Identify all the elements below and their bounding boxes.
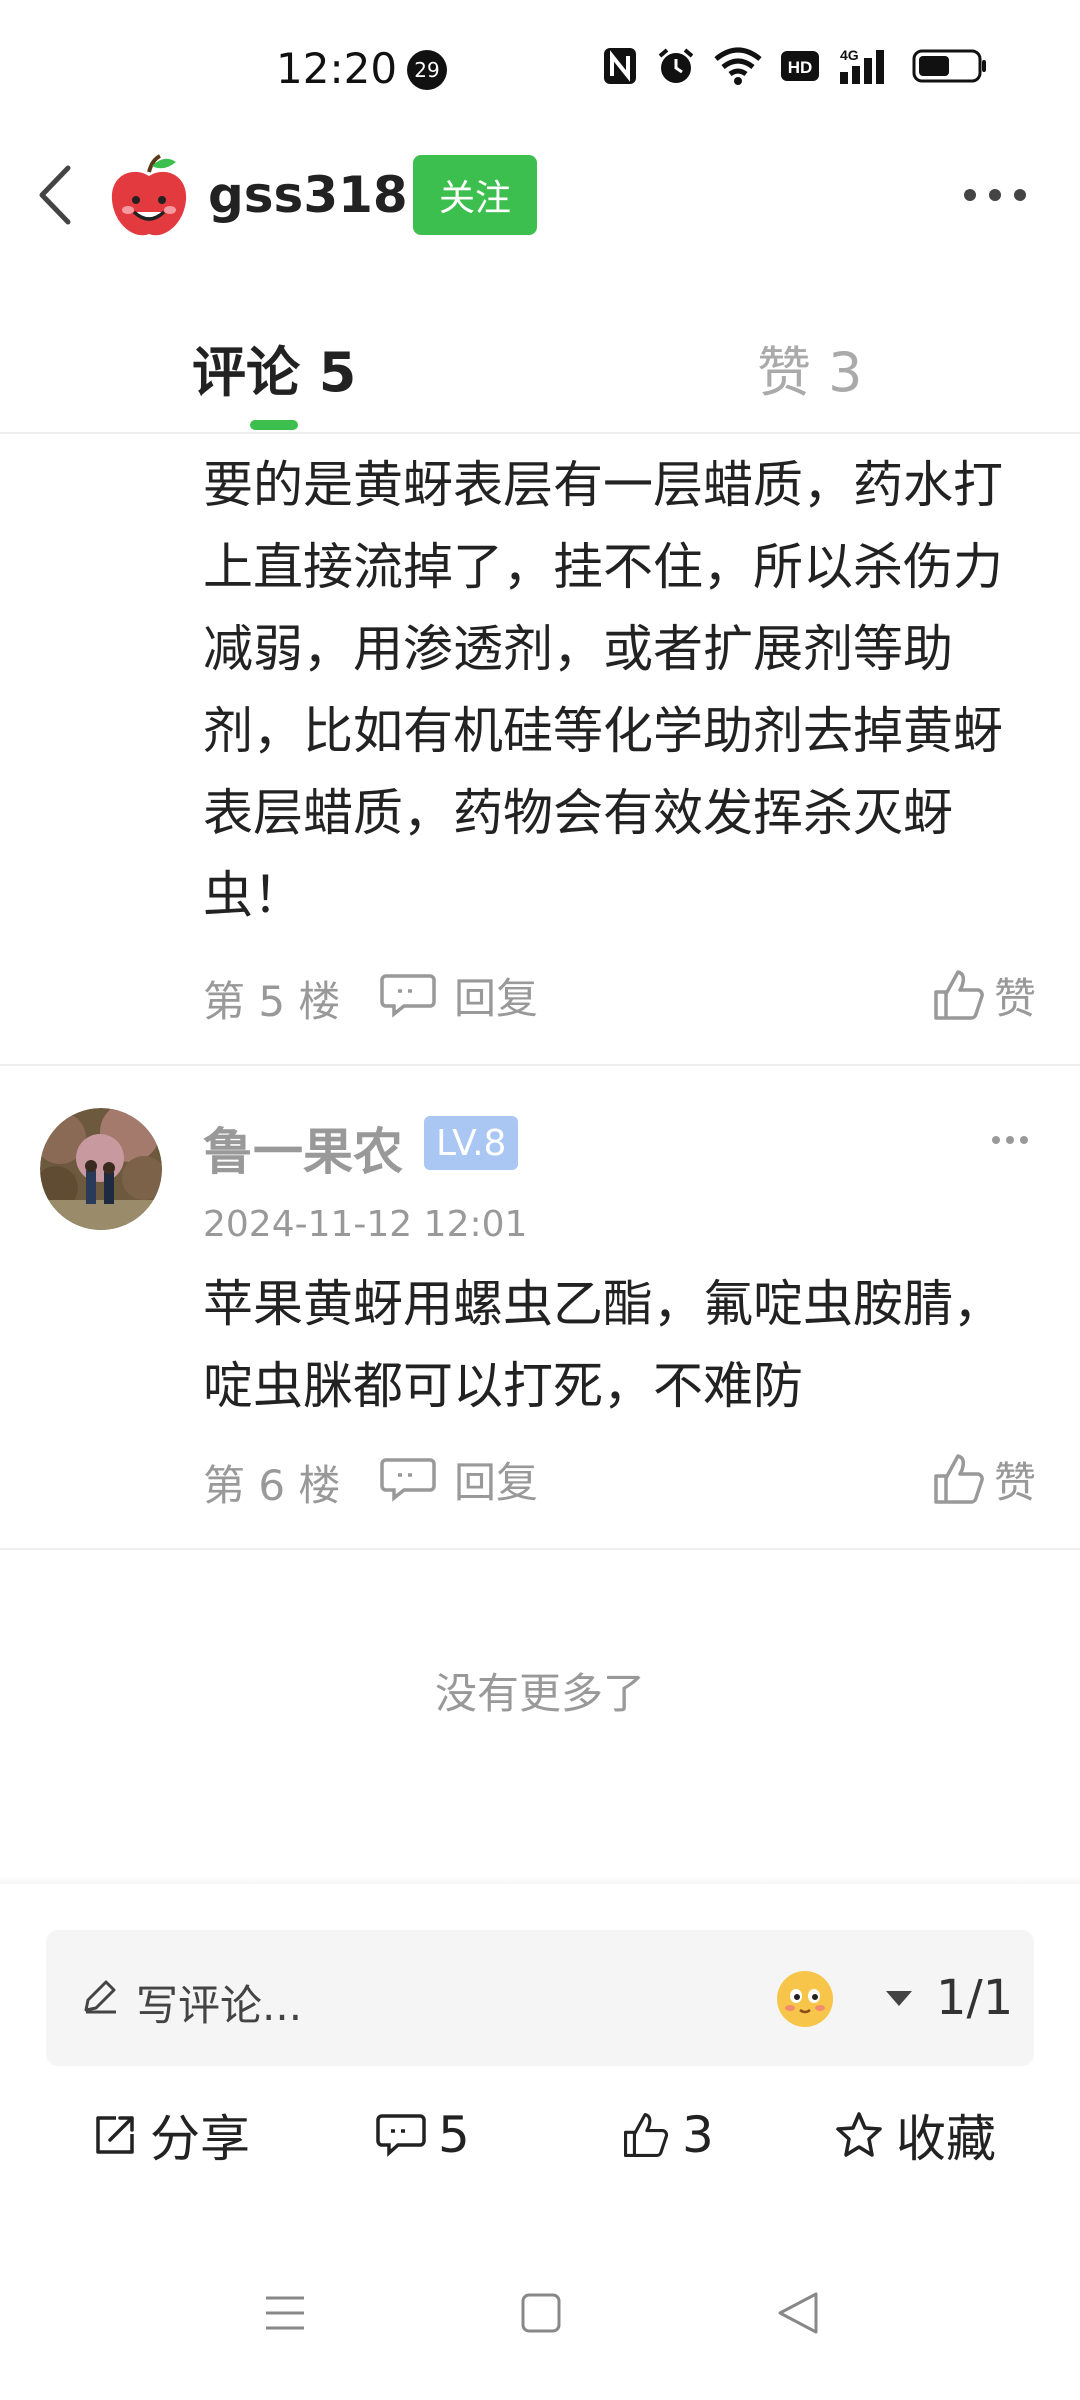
- like-label: 赞: [993, 1457, 1036, 1507]
- comment-input-placeholder: 写评论...: [136, 1981, 303, 2030]
- commenter-avatar[interactable]: [40, 1108, 162, 1230]
- like-button[interactable]: 赞: [932, 960, 1036, 1030]
- page: 12:20 29 HD 4G gss318 关注 评论 5 赞 3 要的是黄蚜表…: [0, 0, 1080, 2400]
- hd-icon: HD: [781, 51, 819, 81]
- star-icon: [836, 2112, 882, 2157]
- more-icon[interactable]: [960, 180, 1030, 210]
- like-all-button[interactable]: 3: [622, 2100, 714, 2170]
- username[interactable]: gss318: [208, 166, 408, 224]
- like-count: 3: [682, 2106, 714, 2164]
- thumbs-up-icon: [624, 2113, 669, 2157]
- level-badge: LV.8: [424, 1116, 519, 1170]
- comment-more-icon[interactable]: [990, 1130, 1030, 1150]
- thumbs-up-icon: [934, 970, 984, 1020]
- page-selector[interactable]: 1/1: [884, 1970, 1013, 2026]
- reply-label: 回复: [454, 973, 539, 1023]
- tab-likes[interactable]: 赞 3: [757, 328, 863, 407]
- divider: [0, 1548, 1080, 1550]
- divider: [0, 1064, 1080, 1066]
- tab-bar: 评论 5 赞 3: [0, 300, 1080, 434]
- back-icon[interactable]: [26, 160, 86, 230]
- favorite-label: 收藏: [896, 2110, 996, 2168]
- reply-button[interactable]: 回复: [380, 960, 538, 1030]
- svg-text:4G: 4G: [840, 47, 859, 63]
- floor-number: 第 5 楼: [203, 977, 341, 1026]
- system-nav-bar: [0, 2280, 1080, 2360]
- alarm-icon: [658, 48, 694, 83]
- follow-button[interactable]: 关注: [413, 155, 537, 235]
- like-label: 赞: [993, 973, 1036, 1023]
- menu-icon[interactable]: [262, 2290, 308, 2336]
- comment-count: 5: [438, 2106, 470, 2164]
- thumbs-up-icon: [934, 1454, 984, 1504]
- comment-icon: [376, 2114, 426, 2157]
- caret-down-icon: [886, 1991, 912, 2006]
- signal-4g-icon: 4G: [840, 47, 884, 84]
- favorite-button[interactable]: 收藏: [834, 2100, 996, 2170]
- back-nav-icon[interactable]: [776, 2290, 820, 2336]
- share-button[interactable]: 分享: [92, 2100, 250, 2170]
- status-time: 12:20: [276, 44, 398, 93]
- svg-text:HD: HD: [788, 58, 813, 77]
- no-more-text: 没有更多了: [434, 1669, 645, 1718]
- tab-comments[interactable]: 评论 5: [192, 328, 356, 407]
- nfc-icon: [604, 48, 636, 84]
- wifi-icon: [714, 47, 762, 85]
- share-icon: [96, 2116, 134, 2154]
- notification-badge: 29: [407, 50, 447, 90]
- emoji-icon[interactable]: [774, 1968, 836, 2030]
- header: gss318 关注: [0, 140, 1080, 250]
- comments-button[interactable]: 5: [376, 2100, 470, 2170]
- comment-footer: 第 5 楼 回复 赞: [0, 960, 1080, 1030]
- home-icon[interactable]: [520, 2290, 562, 2336]
- action-bar: 分享 5 3 收藏: [0, 2100, 1080, 2170]
- status-icons: HD 4G: [602, 46, 988, 86]
- reply-icon: [380, 1458, 436, 1502]
- status-bar: 12:20 29 HD 4G: [0, 0, 1080, 140]
- commenter-name[interactable]: 鲁一果农: [203, 1112, 403, 1184]
- tab-indicator: [250, 420, 298, 430]
- battery-icon: [912, 49, 986, 83]
- comment-footer: 第 6 楼 回复 赞: [0, 1444, 1080, 1514]
- reply-icon: [380, 974, 436, 1018]
- like-button[interactable]: 赞: [932, 1444, 1036, 1514]
- comment-text: 苹果黄蚜用螺虫乙酯，氟啶虫胺腈，啶虫脒都可以打死，不难防: [203, 1275, 1003, 1415]
- reply-label: 回复: [454, 1457, 539, 1507]
- avatar[interactable]: [104, 152, 194, 242]
- page-indicator: 1/1: [936, 1970, 1014, 2026]
- comment-input[interactable]: 写评论... 1/1: [46, 1930, 1034, 2066]
- comment-date: 2024-11-12 12:01: [203, 1204, 528, 1245]
- floor-number: 第 6 楼: [203, 1461, 341, 1510]
- pencil-icon: [84, 1980, 116, 2014]
- share-label: 分享: [150, 2110, 250, 2168]
- reply-button[interactable]: 回复: [380, 1444, 538, 1514]
- comment-text: 要的是黄蚜表层有一层蜡质，药水打上直接流掉了，挂不住，所以杀伤力减弱，用渗透剂，…: [203, 456, 1003, 924]
